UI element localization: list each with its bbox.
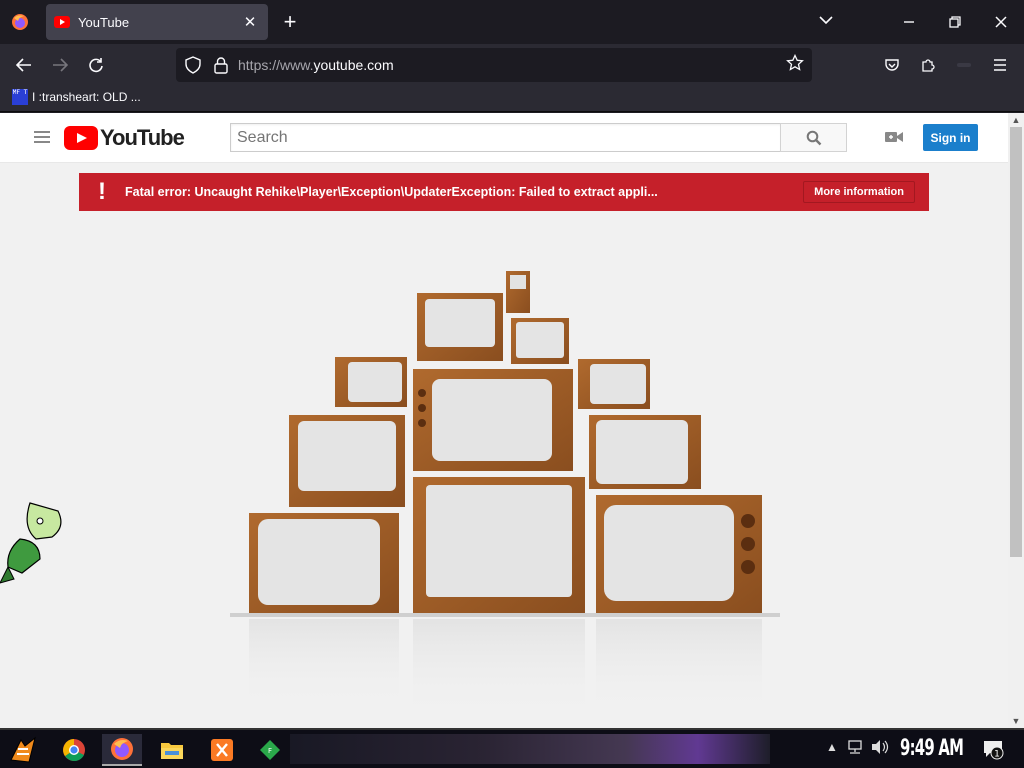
windows-taskbar: F ▲ 9:49 AM 1 [0, 728, 1024, 768]
tab-youtube[interactable]: YouTube ✕ [46, 4, 268, 40]
back-button[interactable] [10, 52, 38, 78]
scrollbar-thumb[interactable] [1010, 127, 1022, 557]
scroll-up-arrow-icon[interactable]: ▲ [1008, 113, 1024, 127]
taskbar-theme-banner [290, 734, 770, 764]
page-scrollbar[interactable]: ▲ ▼ [1008, 113, 1024, 728]
app-green-icon[interactable]: F [250, 734, 290, 766]
taskbar-clock[interactable]: 9:49 AM [900, 736, 964, 761]
show-hidden-icons-chevron-up-icon[interactable]: ▲ [826, 740, 838, 754]
youtube-logo[interactable]: YouTube [64, 125, 185, 151]
error-banner: ! Fatal error: Uncaught Rehike\Player\Ex… [79, 173, 929, 211]
bookmark-favicon-icon: MF T [12, 89, 28, 105]
guide-menu-icon[interactable] [34, 131, 50, 145]
more-information-button[interactable]: More information [803, 181, 915, 203]
bookmark-item[interactable]: MF T I :transheart: OLD ... [12, 89, 141, 105]
upload-video-camera-icon[interactable] [884, 129, 904, 145]
youtube-header: YouTube Sign in [0, 113, 1008, 163]
network-icon[interactable] [846, 739, 864, 758]
close-window-button[interactable] [978, 0, 1024, 44]
youtube-play-icon [64, 126, 98, 150]
restore-button[interactable] [932, 0, 978, 44]
bookmark-star-icon[interactable] [784, 53, 806, 76]
error-message: Fatal error: Uncaught Rehike\Player\Exce… [125, 185, 658, 199]
bookmarks-toolbar: MF T I :transheart: OLD ... [0, 86, 1024, 112]
start-button[interactable] [4, 734, 44, 766]
sign-in-button[interactable]: Sign in [923, 124, 978, 151]
pocket-icon[interactable] [878, 52, 906, 78]
extensions-puzzle-icon[interactable] [914, 52, 942, 78]
list-tabs-chevron-down-icon[interactable] [814, 12, 838, 32]
desktop-character-sprite [0, 502, 62, 584]
new-tab-button[interactable]: + [278, 10, 302, 34]
minimize-button[interactable] [886, 0, 932, 44]
notification-center-icon[interactable]: 1 [982, 738, 1004, 760]
logo-wordmark: YouTube [100, 125, 185, 150]
page-content: YouTube Sign in ! Fatal error: Uncaught … [0, 113, 1008, 728]
volume-icon[interactable] [870, 739, 890, 758]
chrome-icon[interactable] [54, 734, 94, 766]
tab-bar: YouTube ✕ + [0, 0, 1024, 44]
lock-icon[interactable] [212, 56, 230, 74]
tracking-shield-icon[interactable] [184, 56, 202, 74]
reload-button[interactable] [82, 52, 110, 78]
search-icon [806, 130, 821, 145]
tab-close-icon[interactable]: ✕ [240, 13, 260, 31]
alert-icon: ! [98, 178, 106, 205]
app-menu-hamburger-icon[interactable] [986, 52, 1014, 78]
notification-count: 1 [994, 750, 1000, 760]
svg-text:F: F [268, 747, 272, 755]
scroll-down-arrow-icon[interactable]: ▼ [1008, 714, 1024, 728]
bookmark-label: I :transheart: OLD ... [32, 90, 141, 104]
forward-button[interactable] [46, 52, 74, 78]
url-bar[interactable]: https://www.youtube.com [176, 48, 812, 82]
search-input[interactable] [230, 123, 781, 152]
file-explorer-folder-icon[interactable] [152, 734, 192, 766]
extension-icon[interactable] [950, 52, 978, 78]
firefox-taskbar-icon[interactable] [102, 734, 142, 766]
navigation-toolbar: https://www.youtube.com [0, 44, 1024, 86]
youtube-favicon-icon [54, 16, 70, 28]
error-tv-stack-illustration [230, 271, 780, 719]
search-button[interactable] [780, 123, 847, 152]
tab-title: YouTube [78, 14, 130, 30]
firefox-icon[interactable] [8, 10, 32, 34]
url-text[interactable]: https://www.youtube.com [238, 57, 394, 73]
xampp-icon[interactable] [202, 734, 242, 766]
